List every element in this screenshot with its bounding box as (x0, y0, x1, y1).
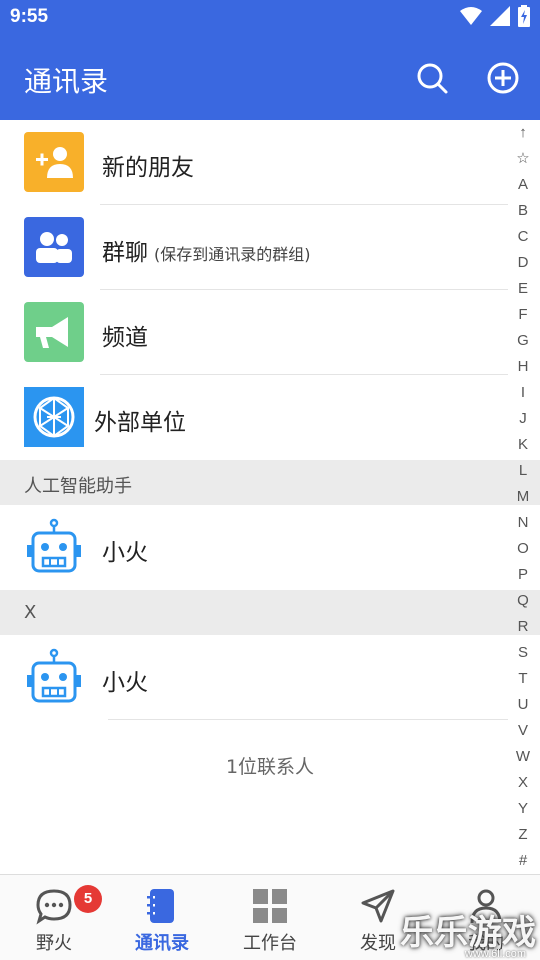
status-icons (460, 5, 530, 27)
contact-row[interactable]: 小火 (0, 505, 508, 590)
chat-bubble-icon (36, 889, 72, 925)
index-letter[interactable]: Y (510, 796, 536, 822)
index-letter[interactable]: Z (510, 822, 536, 848)
contact-name: 小火 (102, 670, 148, 696)
index-letter[interactable]: F (510, 302, 536, 328)
index-letter[interactable]: N (510, 510, 536, 536)
section-title: X (24, 602, 37, 623)
index-letter[interactable]: ☆ (510, 146, 536, 172)
index-letter[interactable]: I (510, 380, 536, 406)
tab-contacts[interactable]: 通讯录 (108, 875, 216, 960)
divider (108, 719, 508, 720)
menu-item-label: 频道 (102, 325, 148, 351)
index-letter[interactable]: K (510, 432, 536, 458)
alphabet-index[interactable]: ↑ ☆ A B C D E F G H I J K L M N O P Q R S T U V W X Y Z # (510, 120, 536, 874)
index-letter[interactable]: A (510, 172, 536, 198)
app-header: 9:55 通讯录 (0, 0, 540, 120)
index-letter[interactable]: O (510, 536, 536, 562)
menu-item-label: 新的朋友 (102, 155, 194, 181)
search-button[interactable] (414, 60, 450, 96)
tab-label: 通讯录 (135, 933, 189, 954)
status-bar: 9:55 (0, 0, 540, 36)
add-icon (487, 62, 519, 94)
menu-item-group-chats[interactable]: 群聊 (保存到通讯录的群组) (0, 205, 508, 290)
tab-label: 野火 (36, 933, 72, 954)
index-letter[interactable]: E (510, 276, 536, 302)
robot-icon (24, 647, 84, 707)
menu-item-label: 群聊 (保存到通讯录的群组) (102, 233, 311, 267)
wifi-icon (460, 7, 482, 25)
workbench-grid-icon (253, 889, 287, 923)
index-letter[interactable]: P (510, 562, 536, 588)
battery-icon (518, 5, 530, 27)
group-chat-hint: (保存到通讯录的群组) (154, 245, 311, 264)
unread-badge: 5 (74, 885, 102, 913)
group-icon (24, 217, 84, 277)
status-time: 9:55 (10, 6, 49, 27)
menu-item-external-orgs[interactable]: 外部单位 (0, 375, 508, 460)
index-letter[interactable]: # (510, 848, 536, 874)
index-letter[interactable]: S (510, 640, 536, 666)
group-chat-label: 群聊 (102, 240, 148, 266)
tab-workbench[interactable]: 工作台 (216, 875, 324, 960)
index-letter[interactable]: ↑ (510, 120, 536, 146)
megaphone-icon (24, 302, 84, 362)
watermark-url: www.6ll.com (464, 948, 526, 960)
index-letter[interactable]: H (510, 354, 536, 380)
tab-label: 工作台 (243, 933, 297, 954)
signal-icon (490, 6, 510, 26)
index-letter[interactable]: V (510, 718, 536, 744)
search-icon (417, 63, 448, 94)
index-letter[interactable]: U (510, 692, 536, 718)
index-letter[interactable]: Q (510, 588, 536, 614)
index-letter[interactable]: T (510, 666, 536, 692)
contact-count: 1位联系人 (225, 756, 315, 778)
page-title: 通讯录 (24, 65, 109, 98)
watermark-logo: 乐乐游戏 (400, 913, 536, 953)
index-letter[interactable]: B (510, 198, 536, 224)
index-letter[interactable]: M (510, 484, 536, 510)
index-letter[interactable]: D (510, 250, 536, 276)
section-header: 人工智能助手 (0, 460, 540, 505)
index-letter[interactable]: X (510, 770, 536, 796)
index-letter[interactable]: J (510, 406, 536, 432)
index-letter[interactable]: W (510, 744, 536, 770)
add-friend-icon (24, 132, 84, 192)
contact-row[interactable]: 小火 (0, 635, 508, 720)
network-globe-icon (24, 387, 84, 447)
add-button[interactable] (485, 60, 521, 96)
index-letter[interactable]: C (510, 224, 536, 250)
contacts-book-icon (147, 889, 174, 923)
contact-name: 小火 (102, 540, 148, 566)
menu-item-label: 外部单位 (94, 410, 186, 436)
menu-item-new-friends[interactable]: 新的朋友 (0, 120, 508, 205)
section-header: X (0, 590, 540, 635)
section-title: 人工智能助手 (24, 476, 132, 497)
robot-icon (24, 517, 84, 577)
index-letter[interactable]: R (510, 614, 536, 640)
menu-item-channels[interactable]: 频道 (0, 290, 508, 375)
index-letter[interactable]: L (510, 458, 536, 484)
tab-yehuo[interactable]: 5 野火 (0, 875, 108, 960)
discover-send-icon (361, 889, 395, 923)
index-letter[interactable]: G (510, 328, 536, 354)
